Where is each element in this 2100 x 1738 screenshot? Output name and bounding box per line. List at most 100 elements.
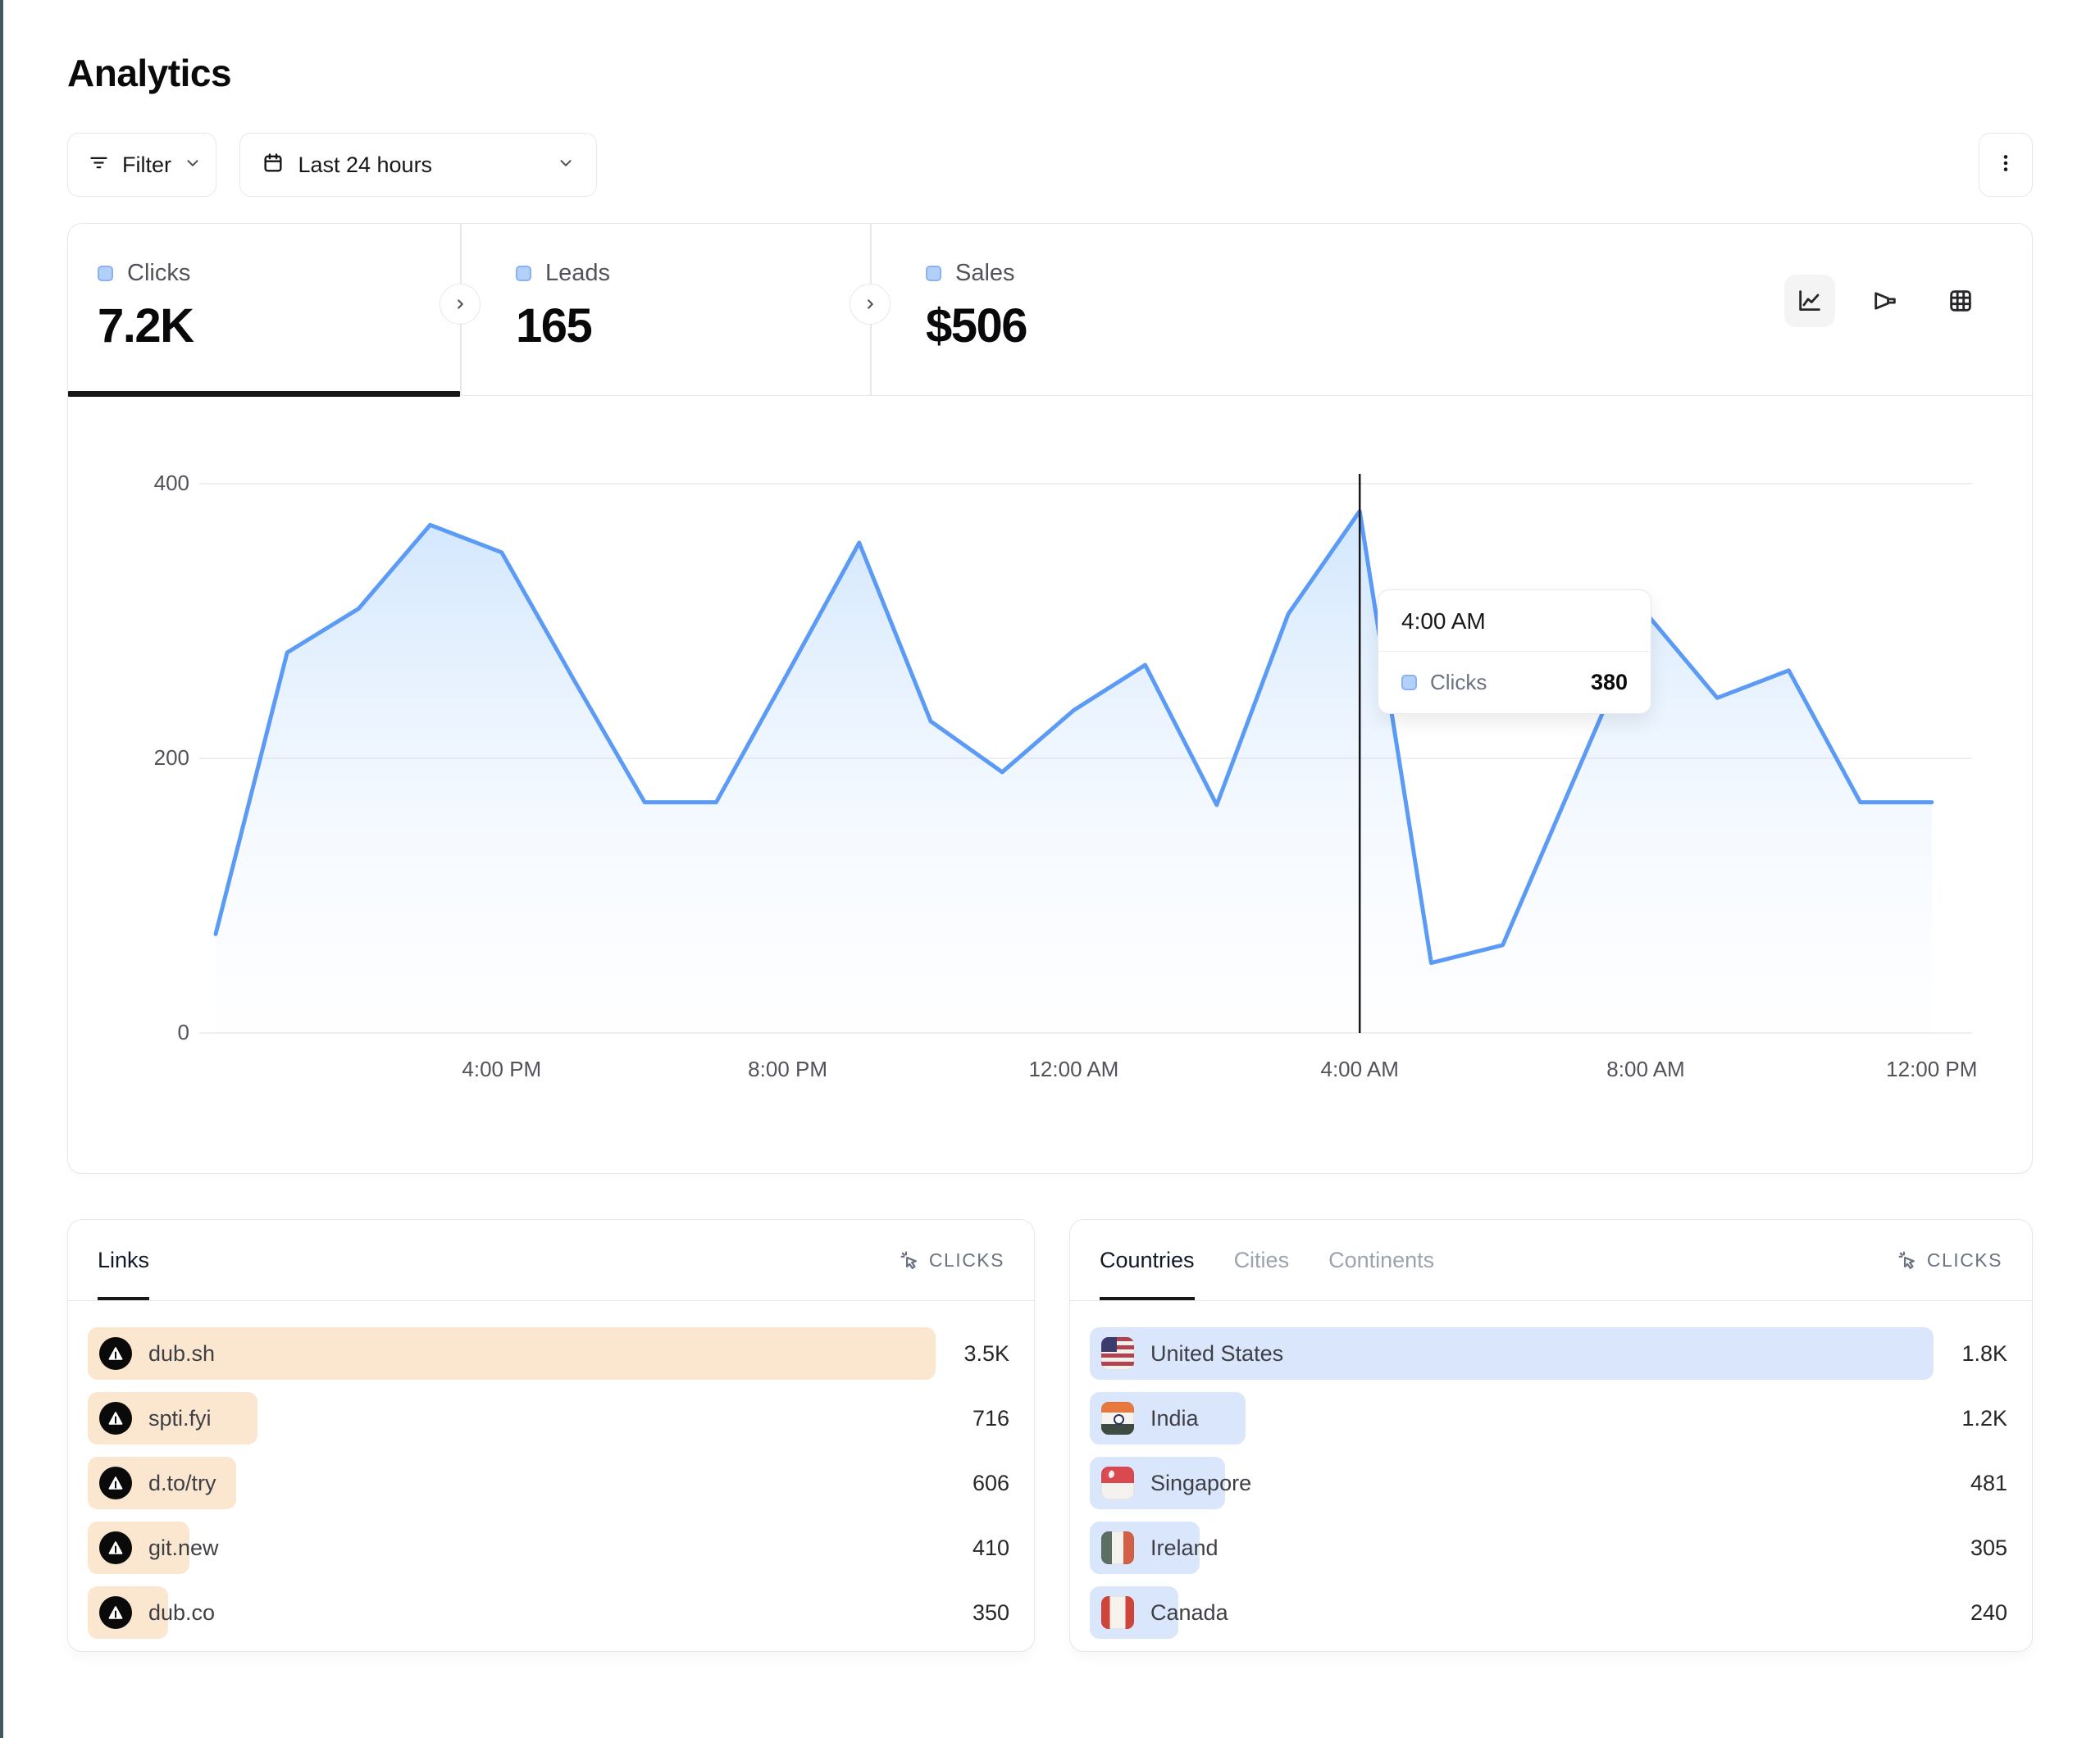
filter-icon [88, 152, 110, 178]
expand-leads-button[interactable] [850, 284, 891, 325]
x-axis-tick-label: 4:00 PM [462, 1057, 541, 1082]
country-row[interactable]: Singapore 481 [1090, 1457, 2012, 1509]
cursor-click-icon [898, 1249, 921, 1272]
expand-clicks-button[interactable] [440, 284, 481, 325]
row-label: dub.co [148, 1600, 215, 1626]
chevron-down-icon [557, 154, 575, 176]
row-label: git.new [148, 1536, 219, 1561]
tab-links[interactable]: Links [98, 1220, 149, 1300]
page-title: Analytics [67, 51, 2033, 95]
tab-countries[interactable]: Countries [1100, 1220, 1195, 1300]
x-axis-tick-label: 12:00 PM [1886, 1057, 1977, 1082]
links-sort-label: CLICKS [929, 1249, 1004, 1272]
row-label: d.to/try [148, 1471, 216, 1496]
row-click-count: 305 [1970, 1522, 2007, 1574]
chevron-right-icon [451, 295, 469, 313]
date-range-label: Last 24 hours [298, 152, 432, 178]
tooltip-value: 380 [1591, 670, 1628, 695]
leads-tab-label: Leads [545, 260, 610, 287]
row-click-count: 350 [973, 1586, 1009, 1639]
row-click-count: 716 [973, 1392, 1009, 1445]
y-axis-tick-label: 400 [99, 471, 189, 496]
x-axis-tick-label: 8:00 PM [748, 1057, 827, 1082]
tooltip-series-label: Clicks [1430, 670, 1487, 695]
tab-cities[interactable]: Cities [1234, 1220, 1290, 1300]
row-click-count: 240 [1970, 1586, 2007, 1639]
country-row[interactable]: United States 1.8K [1090, 1327, 2012, 1380]
dub-logo-icon [99, 1337, 132, 1370]
flag-in-icon [1101, 1402, 1134, 1435]
links-sort-control[interactable]: CLICKS [898, 1220, 1004, 1300]
chevron-down-icon [184, 154, 202, 176]
kebab-menu-icon [1995, 152, 2016, 178]
countries-panel-header: Countries Cities Continents CLICKS [1070, 1220, 2032, 1301]
chart-tooltip: 4:00 AM Clicks 380 [1378, 589, 1651, 714]
tooltip-legend-swatch [1401, 675, 1417, 690]
link-row[interactable]: git.new 410 [88, 1522, 1014, 1574]
analytics-card: Clicks 7.2K Leads 165 Sales $506 [67, 223, 2033, 1174]
row-click-count: 1.8K [1961, 1327, 2007, 1380]
row-label: Singapore [1150, 1471, 1251, 1496]
line-chart-view-button[interactable] [1784, 275, 1835, 327]
chevron-right-icon [861, 295, 879, 313]
countries-list: United States 1.8K India1.2K Singapore 481 Ir… [1070, 1301, 2032, 1639]
date-range-button[interactable]: Last 24 hours [239, 133, 597, 197]
countries-sort-control[interactable]: CLICKS [1896, 1220, 2002, 1300]
country-row[interactable]: Ireland 305 [1090, 1522, 2012, 1574]
sales-tab-label: Sales [955, 260, 1015, 287]
table-view-button[interactable] [1935, 275, 1986, 327]
funnel-view-button[interactable] [1860, 275, 1911, 327]
dub-logo-icon [99, 1467, 132, 1499]
chart-area-fill [216, 512, 1932, 1034]
row-label: United States [1150, 1341, 1283, 1367]
clicks-legend-swatch [98, 266, 113, 281]
line-chart-icon [1796, 287, 1824, 315]
countries-sort-label: CLICKS [1927, 1249, 2002, 1272]
row-click-count: 606 [973, 1457, 1009, 1509]
metric-tabs: Clicks 7.2K Leads 165 Sales $506 [68, 224, 2032, 396]
funnel-icon [1871, 287, 1899, 315]
flag-ca-icon [1101, 1596, 1134, 1629]
x-axis-tick-label: 12:00 AM [1028, 1057, 1118, 1082]
area-chart-canvas [68, 396, 2031, 1172]
tab-continents[interactable]: Continents [1328, 1220, 1434, 1300]
table-grid-icon [1947, 287, 1975, 315]
x-axis-tick-label: 4:00 AM [1320, 1057, 1398, 1082]
clicks-tab-label: Clicks [127, 260, 190, 287]
tooltip-time: 4:00 AM [1378, 590, 1651, 652]
link-row[interactable]: dub.co 350 [88, 1586, 1014, 1639]
dub-logo-icon [99, 1402, 132, 1435]
left-edge-accent [0, 0, 3, 1738]
row-label: Ireland [1150, 1536, 1219, 1561]
row-label: India [1150, 1406, 1199, 1431]
cursor-click-icon [1896, 1249, 1919, 1272]
dub-logo-icon [99, 1531, 132, 1564]
link-row[interactable]: d.to/try 606 [88, 1457, 1014, 1509]
row-click-count: 481 [1970, 1457, 2007, 1509]
clicks-time-series-chart[interactable]: 0200400 4:00 PM8:00 PM12:00 AM4:00 AM8:0… [68, 396, 2032, 1172]
more-options-button[interactable] [1979, 133, 2033, 197]
tab-clicks[interactable]: Clicks 7.2K [68, 224, 490, 395]
flag-us-icon [1101, 1337, 1134, 1370]
link-row[interactable]: dub.sh 3.5K [88, 1327, 1014, 1380]
country-row[interactable]: India1.2K [1090, 1392, 2012, 1445]
row-label: Canada [1150, 1600, 1228, 1626]
country-row[interactable]: Canada 240 [1090, 1586, 2012, 1639]
flag-sg-icon [1101, 1467, 1134, 1499]
row-label: spti.fyi [148, 1406, 212, 1431]
toolbar: Filter Last 24 hours [67, 133, 2033, 197]
x-axis-tick-label: 8:00 AM [1606, 1057, 1684, 1082]
row-click-count: 3.5K [963, 1327, 1009, 1380]
flag-ie-icon [1101, 1531, 1134, 1564]
row-click-count: 410 [973, 1522, 1009, 1574]
click-share-bar [88, 1327, 936, 1380]
link-row[interactable]: spti.fyi 716 [88, 1392, 1014, 1445]
clicks-tab-value: 7.2K [98, 298, 490, 353]
leads-legend-swatch [516, 266, 531, 281]
links-panel: Links CLICKS dub.sh 3.5K spti.fyi 716 d.to/t… [67, 1219, 1035, 1652]
filter-button[interactable]: Filter [67, 133, 216, 197]
calendar-icon [262, 152, 285, 179]
tab-sales[interactable]: Sales $506 [870, 224, 1336, 395]
row-label: dub.sh [148, 1341, 215, 1367]
dub-logo-icon [99, 1596, 132, 1629]
